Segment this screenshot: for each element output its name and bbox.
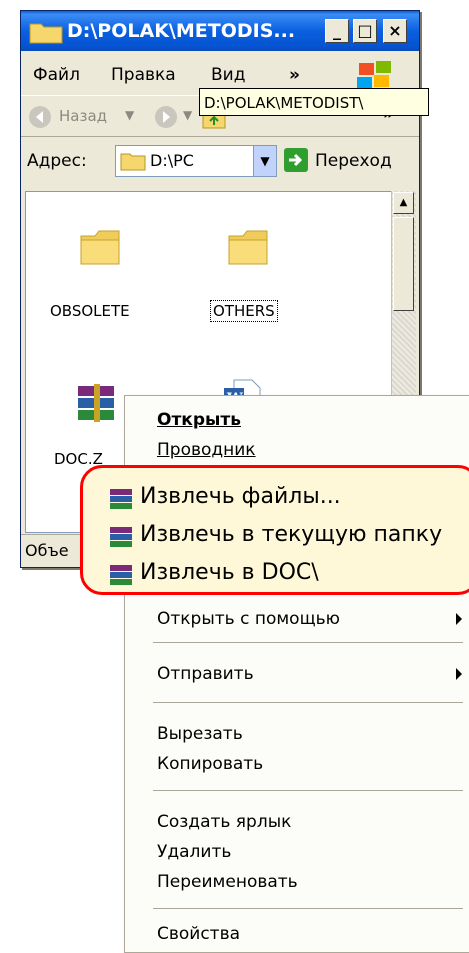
submenu-arrow-icon [456, 668, 462, 680]
menu-separator [153, 790, 463, 791]
menu-separator [153, 702, 463, 703]
back-dropdown-icon[interactable]: ▼ [125, 108, 134, 122]
menu-item-label: Копировать [157, 754, 264, 774]
scroll-thumb[interactable] [393, 217, 414, 311]
address-field[interactable]: D:\PC ▼ [115, 145, 277, 177]
scroll-up-button[interactable]: ▲ [393, 192, 414, 214]
folder-icon[interactable] [78, 226, 124, 268]
back-arrow-icon[interactable] [27, 104, 53, 130]
submenu-arrow-icon [456, 613, 462, 625]
title-bar[interactable]: D:\POLAK\METODIS... _ □ × [21, 11, 419, 51]
menu-item-label: Вырезать [157, 724, 243, 744]
menu-item-label: Проводник [157, 440, 256, 460]
extract-here-item[interactable]: Извлечь в текущую папку [140, 522, 442, 547]
address-dropdown-icon[interactable]: ▼ [253, 146, 276, 176]
file-label[interactable]: OBSOLETE [50, 302, 130, 320]
menu-item-label: Отправить [157, 664, 254, 684]
menu-bar: Файл Правка Вид » [21, 59, 419, 91]
maximize-button[interactable]: □ [353, 19, 377, 43]
menu-item-label: Открыть с помощью [157, 609, 340, 629]
menu-separator [153, 908, 463, 909]
menu-item-label: Удалить [157, 842, 232, 862]
address-bar: Адрес: D:\PC ▼ Переход [21, 137, 419, 185]
winrar-archive-icon[interactable] [74, 382, 120, 426]
file-label[interactable]: OTHERS [210, 300, 278, 322]
window-title: D:\POLAK\METODIS... [67, 20, 296, 42]
menu-file[interactable]: Файл [33, 65, 80, 85]
minimize-button[interactable]: _ [325, 19, 349, 43]
folder-icon [29, 23, 63, 44]
menu-item-label: Создать ярлык [157, 812, 292, 832]
menu-edit[interactable]: Правка [111, 65, 176, 85]
path-tooltip: D:\POLAK\METODIST\ [199, 88, 429, 116]
back-label[interactable]: Назад [59, 107, 107, 125]
extract-files-item[interactable]: Извлечь файлы... [140, 484, 341, 509]
menu-view[interactable]: Вид [211, 65, 245, 85]
close-button[interactable]: × [383, 19, 407, 43]
address-value: D:\PC [150, 151, 194, 170]
menu-item-label: Открыть [157, 410, 241, 430]
status-text: Объе [25, 541, 69, 560]
address-label: Адрес: [27, 151, 87, 171]
winrar-icon [110, 565, 132, 585]
winrar-icon [110, 489, 132, 509]
folder-icon [120, 153, 146, 171]
menu-item-label: Свойства [157, 924, 241, 944]
winrar-icon [110, 527, 132, 547]
go-label[interactable]: Переход [315, 151, 392, 171]
forward-dropdown-icon[interactable]: ▼ [183, 108, 192, 122]
menu-separator [153, 642, 463, 643]
extract-to-folder-item[interactable]: Извлечь в DOC\ [140, 560, 319, 585]
go-arrow-icon[interactable] [283, 147, 309, 173]
menu-item-label: Переименовать [157, 872, 298, 892]
menu-more-chevron[interactable]: » [289, 65, 300, 85]
forward-arrow-icon[interactable] [153, 104, 179, 130]
folder-icon[interactable] [226, 226, 272, 268]
